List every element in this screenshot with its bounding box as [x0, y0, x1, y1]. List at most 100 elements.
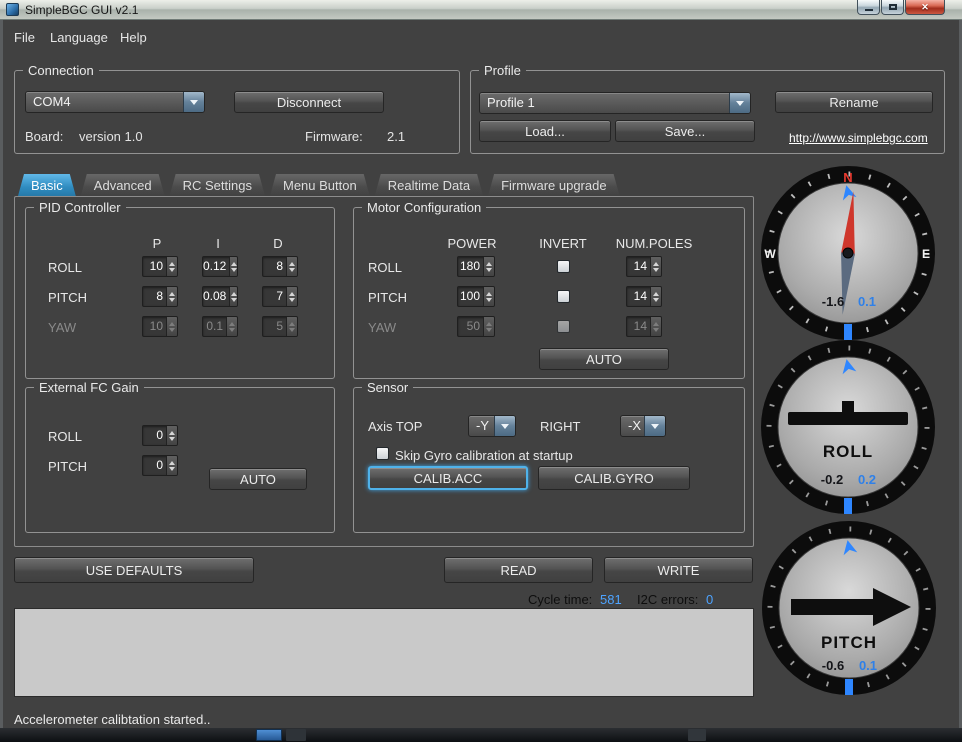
spinner-arrows[interactable] — [650, 287, 661, 306]
spinner-up-icon[interactable] — [169, 259, 175, 266]
motor-auto-button[interactable]: AUTO — [539, 348, 669, 370]
tab-rc-settings[interactable]: RC Settings — [170, 174, 265, 196]
spinner-down-icon[interactable] — [289, 268, 295, 275]
close-button[interactable]: ✕ — [905, 0, 945, 15]
read-button[interactable]: READ — [444, 557, 593, 583]
tab-menu-button[interactable]: Menu Button — [270, 174, 370, 196]
maximize-button[interactable] — [881, 0, 904, 15]
chevron-down-icon[interactable] — [729, 93, 750, 113]
spinner-arrows[interactable] — [166, 426, 177, 445]
spinner-arrows[interactable] — [166, 456, 177, 475]
spinner-up-icon — [169, 319, 175, 326]
axis-right-select[interactable]: -X — [620, 415, 666, 437]
connection-group-label: Connection — [23, 63, 99, 78]
pid-roll-p-spinner[interactable]: 10 — [142, 256, 178, 277]
skip-gyro-checkbox[interactable] — [376, 447, 389, 460]
taskbar-item[interactable] — [256, 729, 282, 741]
spinner-arrows[interactable] — [166, 287, 177, 306]
spinner-up-icon[interactable] — [231, 289, 237, 296]
spinner-arrows[interactable] — [286, 287, 297, 306]
calib-acc-button[interactable]: CALIB.ACC — [368, 466, 528, 490]
com-port-select[interactable]: COM4 — [25, 91, 205, 113]
status-message: Accelerometer calibtation started.. — [14, 712, 211, 727]
spinner-value: 5 — [263, 317, 286, 336]
chevron-down-icon[interactable] — [494, 416, 515, 436]
tab-realtime-data[interactable]: Realtime Data — [375, 174, 483, 196]
spinner-down-icon[interactable] — [231, 268, 237, 275]
spinner-down-icon[interactable] — [231, 298, 237, 305]
motor-yaw-poles-spinner: 14 — [626, 316, 662, 337]
motor-pitch-invert-checkbox[interactable] — [557, 290, 570, 303]
pid-pitch-i-spinner[interactable]: 0.08 — [202, 286, 238, 307]
tab-advanced[interactable]: Advanced — [81, 174, 165, 196]
spinner-up-icon[interactable] — [289, 259, 295, 266]
pid-roll-i-spinner[interactable]: 0.12 — [202, 256, 238, 277]
spinner-down-icon[interactable] — [169, 467, 175, 474]
spinner-up-icon[interactable] — [169, 289, 175, 296]
log-console[interactable] — [14, 608, 754, 697]
save-button[interactable]: Save... — [615, 120, 755, 142]
load-button[interactable]: Load... — [479, 120, 611, 142]
spinner-up-icon[interactable] — [653, 289, 659, 296]
spinner-down-icon[interactable] — [653, 268, 659, 275]
pitch-gauge-label: PITCH — [821, 633, 877, 652]
spinner-up-icon[interactable] — [486, 289, 492, 296]
spinner-down-icon[interactable] — [653, 298, 659, 305]
tab-basic[interactable]: Basic — [18, 174, 76, 196]
axis-right-label: RIGHT — [540, 419, 580, 434]
chevron-glyph — [501, 424, 509, 433]
chevron-glyph — [190, 100, 198, 109]
spinner-arrows[interactable] — [483, 257, 494, 276]
spinner-down-icon[interactable] — [486, 268, 492, 275]
profile-group-label: Profile — [479, 63, 526, 78]
spinner-arrows[interactable] — [483, 287, 494, 306]
menu-file[interactable]: File — [14, 30, 35, 45]
profile-select[interactable]: Profile 1 — [479, 92, 751, 114]
minimize-button[interactable] — [857, 0, 880, 15]
external-pitch-spinner[interactable]: 0 — [142, 455, 178, 476]
menu-help[interactable]: Help — [120, 30, 147, 45]
spinner-down-icon[interactable] — [169, 298, 175, 305]
spinner-up-icon[interactable] — [169, 428, 175, 435]
chevron-down-icon[interactable] — [644, 416, 665, 436]
spinner-arrows[interactable] — [286, 257, 297, 276]
axis-top-select[interactable]: -Y — [468, 415, 516, 437]
external-auto-button[interactable]: AUTO — [209, 468, 307, 490]
external-roll-spinner[interactable]: 0 — [142, 425, 178, 446]
motor-roll-invert-checkbox[interactable] — [557, 260, 570, 273]
spinner-down-icon[interactable] — [169, 437, 175, 444]
spinner-up-icon[interactable] — [231, 259, 237, 266]
simplebgc-link[interactable]: http://www.simplebgc.com — [789, 131, 928, 145]
motor-roll-power-spinner[interactable]: 180 — [457, 256, 495, 277]
motor-pitch-poles-spinner[interactable]: 14 — [626, 286, 662, 307]
chevron-down-icon[interactable] — [183, 92, 204, 112]
spinner-down-icon[interactable] — [289, 298, 295, 305]
spinner-arrows[interactable] — [229, 287, 237, 306]
use-defaults-button[interactable]: USE DEFAULTS — [14, 557, 254, 583]
spinner-up-icon[interactable] — [289, 289, 295, 296]
motor-pitch-power-spinner[interactable]: 100 — [457, 286, 495, 307]
pid-roll-d-spinner[interactable]: 8 — [262, 256, 298, 277]
spinner-up-icon[interactable] — [653, 259, 659, 266]
spinner-arrows[interactable] — [166, 257, 177, 276]
calib-gyro-button[interactable]: CALIB.GYRO — [538, 466, 690, 490]
pid-pitch-d-spinner[interactable]: 7 — [262, 286, 298, 307]
compass-bottom-marker-icon — [844, 324, 852, 340]
spinner-up-icon[interactable] — [169, 458, 175, 465]
motor-roll-poles-spinner[interactable]: 14 — [626, 256, 662, 277]
taskbar-item[interactable] — [688, 729, 706, 741]
pitch-gauge: PITCH -0.6 0.1 — [761, 520, 937, 696]
tab-firmware-upgrade[interactable]: Firmware upgrade — [488, 174, 620, 196]
disconnect-button[interactable]: Disconnect — [234, 91, 384, 113]
spinner-down-icon[interactable] — [169, 268, 175, 275]
spinner-value: 7 — [263, 287, 286, 306]
menu-language[interactable]: Language — [50, 30, 108, 45]
spinner-arrows[interactable] — [229, 257, 237, 276]
rename-button[interactable]: Rename — [775, 91, 933, 113]
taskbar-item[interactable] — [286, 729, 306, 741]
spinner-down-icon[interactable] — [486, 298, 492, 305]
spinner-arrows[interactable] — [650, 257, 661, 276]
write-button[interactable]: WRITE — [604, 557, 753, 583]
spinner-up-icon[interactable] — [486, 259, 492, 266]
pid-pitch-p-spinner[interactable]: 8 — [142, 286, 178, 307]
